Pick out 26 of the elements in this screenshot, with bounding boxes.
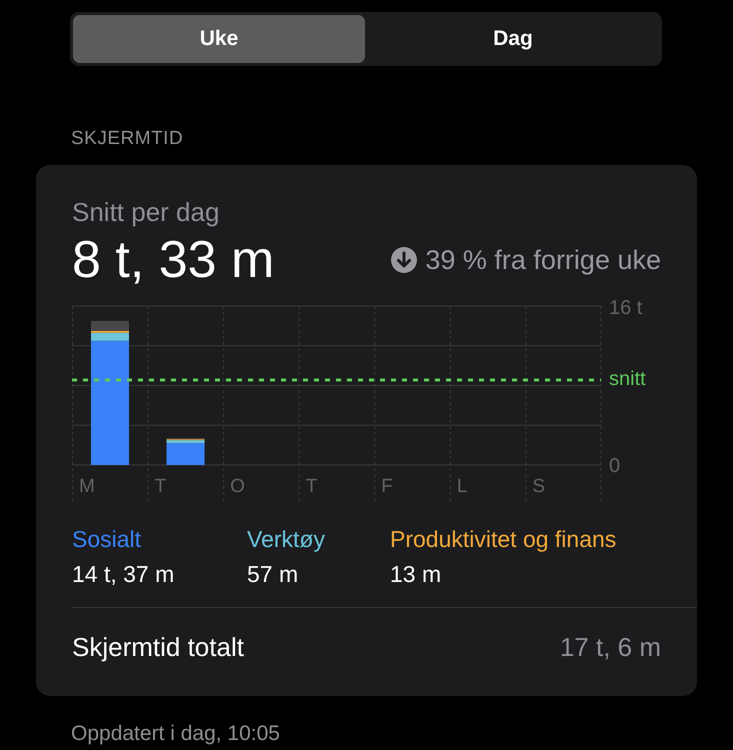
total-value: 17 t, 6 m — [560, 632, 661, 663]
category-name: Sosialt — [72, 526, 142, 553]
category-name: Produktivitet og finans — [390, 526, 616, 553]
category-time: 14 t, 37 m — [72, 561, 176, 588]
axis-label: 16 t — [609, 297, 642, 319]
day-label: T — [306, 476, 318, 497]
section-header: SKJERMTID — [71, 128, 184, 150]
axis-label: 0 — [609, 455, 620, 477]
tab[interactable]: Dag — [367, 15, 659, 63]
day-label: M — [79, 476, 95, 497]
card-title: Snitt per dag — [72, 197, 220, 228]
arrow-circle-icon — [391, 247, 418, 273]
category-time: 13 m — [390, 561, 442, 588]
category-name: Verktøy — [247, 526, 326, 553]
tab[interactable]: Uke — [73, 15, 365, 63]
average-label: snitt — [609, 367, 646, 392]
day-label: F — [381, 476, 393, 497]
updated-text: Oppdatert i dag, 10:05 — [71, 722, 281, 746]
day-label: L — [456, 476, 468, 497]
change-text: 39 % fra forrige uke — [425, 244, 661, 276]
day-label: S — [532, 476, 546, 497]
day-label: O — [230, 476, 245, 497]
average-time: 8 t, 33 m — [72, 230, 274, 290]
total-label: Skjermtid totalt — [72, 632, 244, 663]
day-label: T — [154, 476, 166, 497]
category-time: 57 m — [247, 561, 300, 588]
